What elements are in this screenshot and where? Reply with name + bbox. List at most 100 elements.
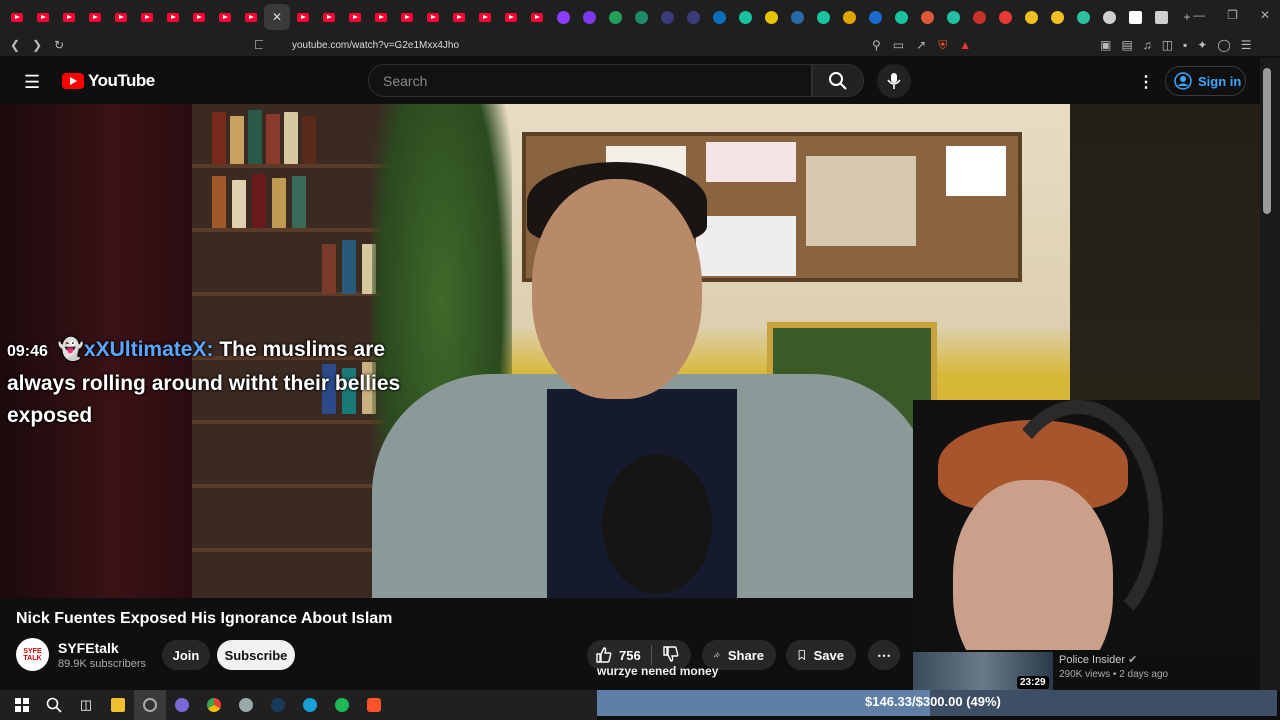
tab[interactable] — [290, 4, 316, 30]
sidebar-icon[interactable]: ◫ — [1162, 38, 1173, 52]
leo-icon[interactable]: ✦ — [1197, 38, 1207, 52]
close-tab-icon[interactable]: ✕ — [272, 10, 282, 24]
voice-search-button[interactable] — [877, 64, 911, 98]
tab[interactable] — [56, 4, 82, 30]
tab[interactable] — [1096, 4, 1122, 30]
tab[interactable] — [498, 4, 524, 30]
youtube-favicon-icon — [297, 12, 309, 22]
tab[interactable] — [1148, 4, 1174, 30]
hamburger-menu-icon[interactable]: ☰ — [24, 72, 40, 93]
tab[interactable] — [1122, 4, 1148, 30]
restore-icon[interactable]: ❐ — [1227, 8, 1238, 22]
wallet-icon[interactable]: ▪ — [1183, 38, 1187, 52]
taskbar-app-chrome[interactable] — [198, 690, 230, 720]
tab[interactable] — [446, 4, 472, 30]
reload-icon[interactable]: ↻ — [54, 38, 64, 52]
youtube-logo[interactable]: YouTube — [62, 71, 155, 91]
tab[interactable] — [862, 4, 888, 30]
tab[interactable] — [134, 4, 160, 30]
channel-name[interactable]: SYFEtalk — [58, 640, 119, 656]
tab[interactable] — [1018, 4, 1044, 30]
tab[interactable] — [940, 4, 966, 30]
vpn-icon[interactable]: ◯ — [1217, 38, 1230, 52]
tab[interactable] — [576, 4, 602, 30]
task-view-button[interactable]: ◫ — [70, 690, 102, 720]
tab[interactable] — [394, 4, 420, 30]
forward-icon[interactable]: ❯ — [32, 38, 42, 52]
brave-rewards-icon[interactable]: ▲ — [959, 38, 971, 53]
tab[interactable] — [108, 4, 134, 30]
tab[interactable] — [186, 4, 212, 30]
music-icon[interactable]: ♫ — [1143, 38, 1152, 52]
taskbar-app-obs[interactable] — [134, 690, 166, 720]
sign-in-button[interactable]: Sign in — [1165, 66, 1246, 96]
tab[interactable] — [836, 4, 862, 30]
tab[interactable] — [30, 4, 56, 30]
brave-shield-icon[interactable]: ⛨ — [938, 38, 947, 53]
tab[interactable] — [4, 4, 30, 30]
youtube-favicon-icon — [219, 12, 231, 22]
more-actions-button[interactable]: ⋯ — [868, 640, 900, 670]
tab-search-icon[interactable]: ▤ — [1121, 38, 1132, 52]
extensions-icon[interactable]: ▣ — [1100, 38, 1111, 52]
blue-favicon-icon — [868, 10, 882, 24]
start-button[interactable] — [6, 690, 38, 720]
tab[interactable] — [628, 4, 654, 30]
tab[interactable] — [914, 4, 940, 30]
tab[interactable] — [160, 4, 186, 30]
taskbar-app-explorer[interactable] — [102, 690, 134, 720]
tab[interactable] — [420, 4, 446, 30]
join-button[interactable]: Join — [162, 640, 210, 670]
tab[interactable] — [758, 4, 784, 30]
tab[interactable] — [680, 4, 706, 30]
taskbar-app-brave[interactable] — [358, 690, 390, 720]
tab[interactable] — [732, 4, 758, 30]
search-input[interactable]: Search — [368, 64, 812, 97]
plus-icon[interactable]: + — [1183, 10, 1190, 24]
taskbar-app-edge[interactable] — [294, 690, 326, 720]
tab[interactable] — [784, 4, 810, 30]
tab-active[interactable]: ✕ — [264, 4, 290, 30]
tab[interactable] — [888, 4, 914, 30]
tab[interactable] — [602, 4, 628, 30]
scrollbar-thumb[interactable] — [1263, 68, 1271, 214]
taskbar-app-discord[interactable] — [166, 690, 198, 720]
subscribe-button[interactable]: Subscribe — [217, 640, 295, 670]
tab[interactable] — [212, 4, 238, 30]
recommended-channel[interactable]: Police Insider ✔ — [1059, 653, 1137, 666]
tab[interactable] — [1070, 4, 1096, 30]
minimize-icon[interactable]: — — [1193, 8, 1205, 22]
tab[interactable] — [550, 4, 576, 30]
green-favicon-icon — [608, 10, 622, 24]
tab[interactable] — [316, 4, 342, 30]
taskbar-app-settings[interactable] — [230, 690, 262, 720]
tab[interactable] — [368, 4, 394, 30]
tab[interactable] — [992, 4, 1018, 30]
tab[interactable] — [524, 4, 550, 30]
tab[interactable] — [706, 4, 732, 30]
taskbar-app-spotify[interactable] — [326, 690, 358, 720]
close-window-icon[interactable]: ✕ — [1260, 8, 1270, 22]
tab[interactable] — [472, 4, 498, 30]
tab[interactable] — [82, 4, 108, 30]
dislike-button[interactable] — [662, 645, 680, 666]
tab[interactable] — [966, 4, 992, 30]
share-page-icon[interactable]: ↗ — [916, 38, 926, 53]
search-button[interactable] — [812, 64, 864, 97]
save-button[interactable]: Save — [786, 640, 856, 670]
menu-icon[interactable]: ☰ — [1241, 38, 1252, 52]
channel-avatar[interactable]: SYFE TALK — [16, 638, 49, 671]
tab[interactable] — [1044, 4, 1070, 30]
cast-icon[interactable]: ▭ — [893, 38, 904, 53]
tab[interactable] — [654, 4, 680, 30]
tab[interactable] — [238, 4, 264, 30]
zoom-icon[interactable]: ⚲ — [872, 38, 881, 53]
taskbar-search[interactable] — [38, 690, 70, 720]
tab[interactable] — [342, 4, 368, 30]
like-button[interactable]: 756 — [595, 646, 641, 664]
more-options-icon[interactable]: ⋮ — [1138, 72, 1154, 92]
tab[interactable] — [810, 4, 836, 30]
back-icon[interactable]: ❮ — [10, 38, 20, 52]
taskbar-app-steam[interactable] — [262, 690, 294, 720]
microphone-icon — [887, 73, 901, 89]
